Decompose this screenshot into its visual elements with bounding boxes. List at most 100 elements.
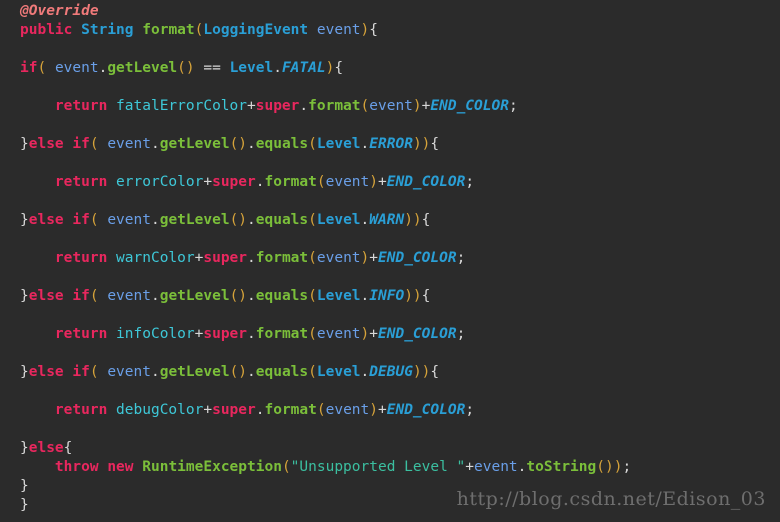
code-token-brc: { [63, 440, 73, 456]
code-token-pun: + [378, 402, 387, 418]
code-token-var: event [316, 250, 361, 266]
code-token-var: event [325, 402, 370, 418]
code-token-pun [308, 22, 317, 38]
code-token-mth: format [142, 22, 195, 38]
code-token-mth: getLevel [159, 212, 230, 228]
code-token-par: ) [360, 22, 370, 38]
code-token-pun: . [360, 136, 370, 152]
code-token-kw: super [255, 98, 300, 114]
code-line: if( event.getLevel() == Level.FATAL){ [0, 59, 780, 78]
code-token-brc: { [334, 60, 344, 76]
code-token-par: () [177, 60, 195, 76]
code-token-pun: ; [456, 250, 466, 266]
code-token-pun: . [360, 364, 370, 380]
code-token-par: ( [37, 60, 47, 76]
code-token-par: ( [316, 402, 326, 418]
code-token-mth: getLevel [159, 288, 230, 304]
code-token-type: Level [229, 60, 274, 76]
code-token-kw: super [203, 250, 248, 266]
code-token-kw: new [107, 459, 134, 475]
code-token-mth: format [308, 98, 361, 114]
code-token-pun [72, 22, 81, 38]
code-token-pun: . [247, 250, 256, 266]
code-token-kw: if [72, 288, 90, 304]
code-token-par: ) [360, 326, 370, 342]
code-token-kw: else [28, 364, 64, 380]
code-token-pun [107, 98, 116, 114]
code-token-par: ) [360, 250, 370, 266]
code-line: return debugColor+super.format(event)+EN… [0, 401, 780, 420]
code-token-var: event [325, 174, 370, 190]
code-token-fld: fatalErrorColor [116, 98, 247, 114]
code-token-kw: else [28, 440, 64, 456]
code-line: }else if( event.getLevel().equals(Level.… [0, 135, 780, 154]
code-token-pun: ; [508, 98, 518, 114]
code-editor-content[interactable]: @Override public String format(LoggingEve… [0, 0, 780, 515]
code-token-pun: . [247, 212, 256, 228]
code-token-const: END_COLOR [386, 174, 466, 190]
code-token-kw: else [28, 288, 64, 304]
code-line: return errorColor+super.format(event)+EN… [0, 173, 780, 192]
code-token-par: ( [281, 459, 291, 475]
code-line: return infoColor+super.format(event)+END… [0, 325, 780, 344]
code-token-var: event [54, 60, 99, 76]
code-token-type: Level [316, 288, 361, 304]
code-token-brc: } [20, 288, 29, 304]
code-token-fld: warnColor [116, 250, 195, 266]
code-token-par: ( [308, 326, 317, 342]
code-token-par: ) [369, 402, 378, 418]
code-token-par: ( [308, 136, 317, 152]
code-token-brc: } [20, 440, 29, 456]
code-token-kw: if [20, 60, 38, 76]
code-token-const: WARN [369, 212, 405, 228]
code-token-mth: format [264, 402, 317, 418]
code-token-brc: } [20, 136, 29, 152]
code-token-kw: super [203, 326, 248, 342]
code-token-mth: format [264, 174, 317, 190]
code-token-mth: format [255, 326, 309, 342]
code-token-const: END_COLOR [386, 402, 466, 418]
code-token-par: () [229, 288, 248, 304]
code-token-kw: return [54, 402, 108, 418]
code-token-par: ( [308, 288, 317, 304]
code-screenshot: @Override public String format(LoggingEve… [0, 0, 780, 522]
code-token-pun [107, 402, 116, 418]
code-token-pun: . [247, 288, 256, 304]
code-token-brc: } [20, 497, 29, 513]
code-token-brc: } [20, 212, 29, 228]
code-token-mth: getLevel [159, 136, 230, 152]
code-token-kw: return [54, 250, 108, 266]
code-token-pun [134, 22, 143, 38]
code-token-type: Level [316, 136, 361, 152]
code-token-kw: return [54, 98, 108, 114]
code-token-par: )) [412, 364, 431, 380]
code-token-par: ( [89, 136, 99, 152]
code-token-pun: . [247, 326, 256, 342]
code-line: }else if( event.getLevel().equals(Level.… [0, 363, 780, 382]
code-token-const: END_COLOR [378, 250, 457, 266]
code-token-kw: return [54, 174, 108, 190]
code-token-type: Level [316, 212, 361, 228]
code-token-pun: . [360, 212, 370, 228]
code-token-pun: + [369, 326, 378, 342]
code-token-brc: } [20, 364, 29, 380]
code-token-par: )) [404, 288, 422, 304]
code-token-type: String [81, 22, 134, 38]
code-token-par: ) [369, 174, 378, 190]
code-token-pun: . [247, 364, 256, 380]
code-token-par: ( [316, 174, 326, 190]
code-line: }else if( event.getLevel().equals(Level.… [0, 287, 780, 306]
code-token-pun: . [150, 364, 160, 380]
